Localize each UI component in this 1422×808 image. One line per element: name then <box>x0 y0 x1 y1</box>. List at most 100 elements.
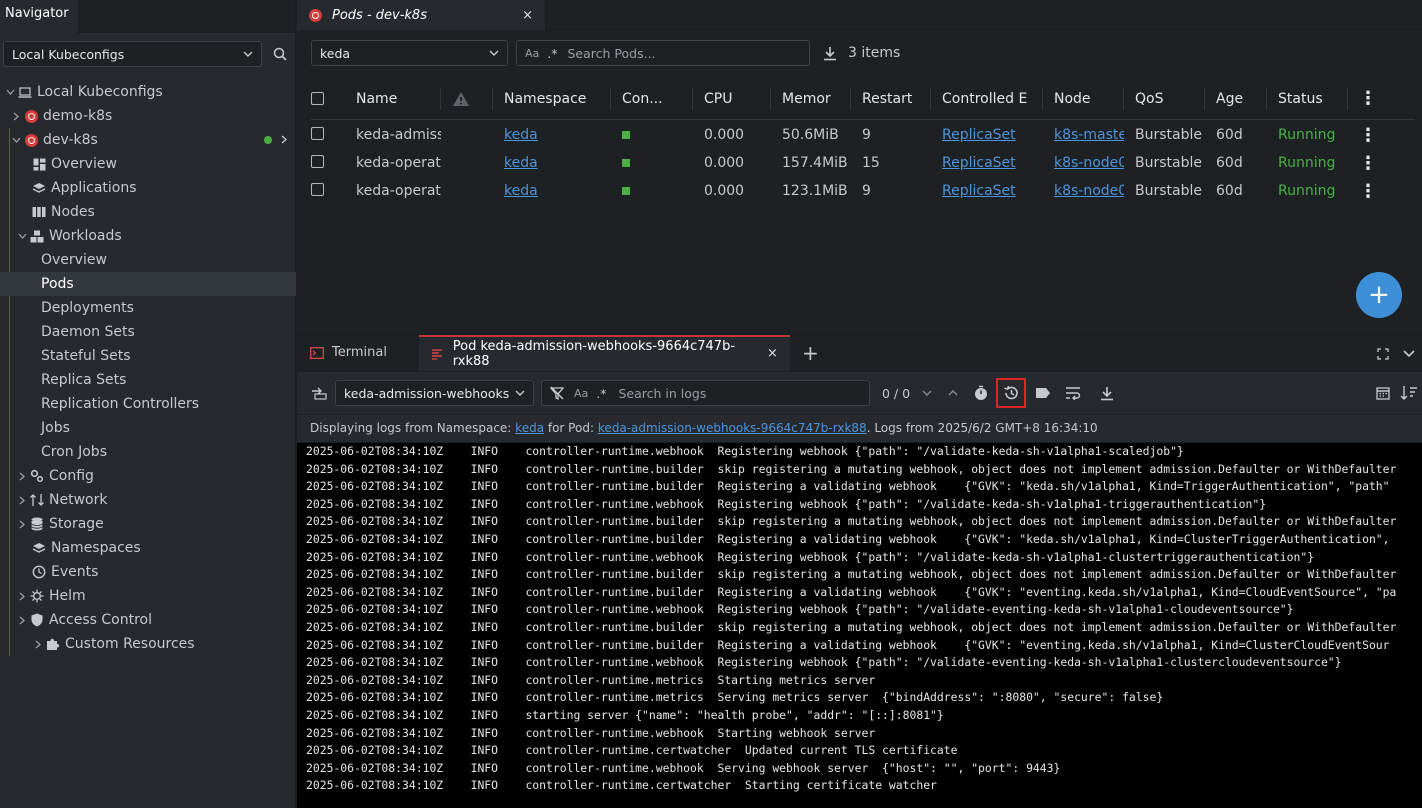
tab-pods[interactable]: Pods - dev-k8s × <box>297 0 546 30</box>
table-row[interactable]: keda-admission keda 0.000 50.6MiB 9 ReplicaSe… <box>311 121 1415 149</box>
row-checkbox[interactable] <box>311 126 345 144</box>
timer-icon[interactable] <box>968 380 994 406</box>
table-row[interactable]: keda-operator keda 0.000 157.4MiB 15 ReplicaS… <box>311 149 1415 177</box>
row-menu-icon[interactable]: ⋮ <box>1348 125 1382 146</box>
sidebar-item-overview[interactable]: Overview <box>0 152 296 176</box>
info-pod-link[interactable]: keda-admission-webhooks-9664c747b-rxk88 <box>598 421 867 435</box>
sidebar-item-namespaces[interactable]: Namespaces <box>0 536 296 560</box>
sidebar-item-helm[interactable]: Helm <box>0 584 296 608</box>
navigator-tab[interactable]: Navigator <box>0 0 79 33</box>
label-icon[interactable] <box>1030 380 1056 406</box>
chevron-down-icon[interactable] <box>1403 350 1415 358</box>
sidebar-item-demo-k8s[interactable]: demo-k8s <box>0 104 296 128</box>
cell-node[interactable]: k8s-node0 <box>1043 155 1124 171</box>
column-header-name[interactable]: Name <box>345 87 441 110</box>
cell-namespace[interactable]: keda <box>493 127 611 143</box>
regex-icon[interactable]: .* <box>596 386 606 401</box>
cell-node[interactable]: k8s-node0 <box>1043 183 1124 199</box>
filter-off-icon[interactable] <box>550 386 564 400</box>
chevron-down-icon[interactable] <box>3 89 17 95</box>
column-menu-icon[interactable]: ⋮ <box>1348 88 1382 110</box>
switch-to-terminal-icon[interactable] <box>311 386 327 400</box>
context-select[interactable]: Local Kubeconfigs <box>3 41 262 67</box>
sidebar-item-custom-resources[interactable]: Custom Resources <box>0 632 296 656</box>
sidebar-item-network[interactable]: Network <box>0 488 296 512</box>
tab-pod-logs[interactable]: Pod keda-admission-webhooks-9664c747b-rx… <box>418 334 790 371</box>
sidebar-item-access-control[interactable]: Access Control <box>0 608 296 632</box>
sidebar-item-jobs[interactable]: Jobs <box>0 416 296 440</box>
chevron-right-icon[interactable] <box>281 132 287 148</box>
sidebar-item-stateful-sets[interactable]: Stateful Sets <box>0 344 296 368</box>
column-header-memory[interactable]: Memor <box>771 87 851 110</box>
calendar-icon[interactable] <box>1370 380 1396 406</box>
sidebar-item-replica-sets[interactable]: Replica Sets <box>0 368 296 392</box>
sidebar-item-cron-jobs[interactable]: Cron Jobs <box>0 440 296 464</box>
sidebar-item-overview[interactable]: Overview <box>0 248 296 272</box>
column-header-controlled-by[interactable]: Controlled E <box>931 87 1043 110</box>
add-tab-button[interactable]: + <box>802 341 819 365</box>
column-header-cpu[interactable]: CPU <box>693 87 771 110</box>
next-match-icon[interactable] <box>914 380 940 406</box>
row-menu-icon[interactable]: ⋮ <box>1348 153 1382 174</box>
maximize-icon[interactable] <box>1377 348 1389 360</box>
chevron-right-icon[interactable] <box>15 520 29 529</box>
info-namespace-link[interactable]: keda <box>515 421 544 435</box>
cell-controlled-by[interactable]: ReplicaSet <box>931 155 1043 171</box>
container-select[interactable]: keda-admission-webhooks <box>335 380 534 406</box>
close-icon[interactable]: × <box>522 8 533 23</box>
row-checkbox[interactable] <box>311 182 345 200</box>
column-header-namespace[interactable]: Namespace <box>493 87 611 110</box>
download-icon[interactable] <box>1094 380 1120 406</box>
sidebar-item-local-kubeconfigs[interactable]: Local Kubeconfigs <box>0 80 296 104</box>
sidebar-item-workloads[interactable]: Workloads <box>0 224 296 248</box>
column-header-age[interactable]: Age <box>1205 87 1267 110</box>
table-row[interactable]: keda-operator keda 0.000 123.1MiB 9 ReplicaSe… <box>311 177 1415 205</box>
column-header-node[interactable]: Node <box>1043 87 1124 110</box>
column-header-restarts[interactable]: Restart <box>851 87 931 110</box>
sidebar-item-dev-k8s[interactable]: dev-k8s <box>0 128 296 152</box>
chevron-right-icon[interactable] <box>15 592 29 601</box>
sidebar-item-daemon-sets[interactable]: Daemon Sets <box>0 320 296 344</box>
cell-controlled-by[interactable]: ReplicaSet <box>931 127 1043 143</box>
log-output[interactable]: 2025-06-02T08:34:10Z INFO controller-run… <box>297 443 1422 808</box>
sidebar-item-applications[interactable]: Applications <box>0 176 296 200</box>
chevron-right-icon[interactable] <box>15 472 29 481</box>
tab-terminal[interactable]: Terminal <box>297 335 399 371</box>
log-search-input[interactable]: Aa .* Search in logs <box>541 380 870 406</box>
cell-controlled-by[interactable]: ReplicaSet <box>931 183 1043 199</box>
chevron-right-icon[interactable] <box>15 616 29 625</box>
add-resource-button[interactable]: + <box>1356 272 1402 318</box>
match-case-icon[interactable]: Aa <box>574 387 588 400</box>
match-case-icon[interactable]: Aa <box>525 47 539 60</box>
column-header-status[interactable]: Status <box>1267 87 1348 110</box>
column-header-containers[interactable]: Con... <box>611 87 693 110</box>
history-icon[interactable] <box>996 378 1027 408</box>
wrap-lines-icon[interactable] <box>1060 380 1086 406</box>
cell-namespace[interactable]: keda <box>493 155 611 171</box>
pods-search-input[interactable]: Aa .* Search Pods... <box>516 40 810 66</box>
sidebar-item-nodes[interactable]: Nodes <box>0 200 296 224</box>
sort-icon[interactable] <box>1396 380 1422 406</box>
sidebar-item-replication-controllers[interactable]: Replication Controllers <box>0 392 296 416</box>
cell-namespace[interactable]: keda <box>493 183 611 199</box>
namespace-select[interactable]: keda <box>311 40 508 66</box>
previous-match-icon[interactable] <box>940 380 966 406</box>
select-all-checkbox[interactable] <box>311 88 345 110</box>
chevron-right-icon[interactable] <box>31 640 45 649</box>
row-checkbox[interactable] <box>311 154 345 172</box>
column-header-warning[interactable] <box>441 87 493 110</box>
column-header-qos[interactable]: QoS <box>1124 87 1205 110</box>
chevron-down-icon[interactable] <box>15 233 29 239</box>
row-menu-icon[interactable]: ⋮ <box>1348 181 1382 202</box>
regex-icon[interactable]: .* <box>547 46 557 61</box>
sidebar-item-storage[interactable]: Storage <box>0 512 296 536</box>
chevron-right-icon[interactable] <box>9 112 23 121</box>
sidebar-item-deployments[interactable]: Deployments <box>0 296 296 320</box>
sidebar-item-pods[interactable]: Pods <box>0 272 296 296</box>
search-icon[interactable] <box>268 41 292 67</box>
chevron-right-icon[interactable] <box>15 496 29 505</box>
chevron-down-icon[interactable] <box>9 137 23 143</box>
close-icon[interactable]: × <box>767 346 778 361</box>
sidebar-item-events[interactable]: Events <box>0 560 296 584</box>
sidebar-item-config[interactable]: Config <box>0 464 296 488</box>
